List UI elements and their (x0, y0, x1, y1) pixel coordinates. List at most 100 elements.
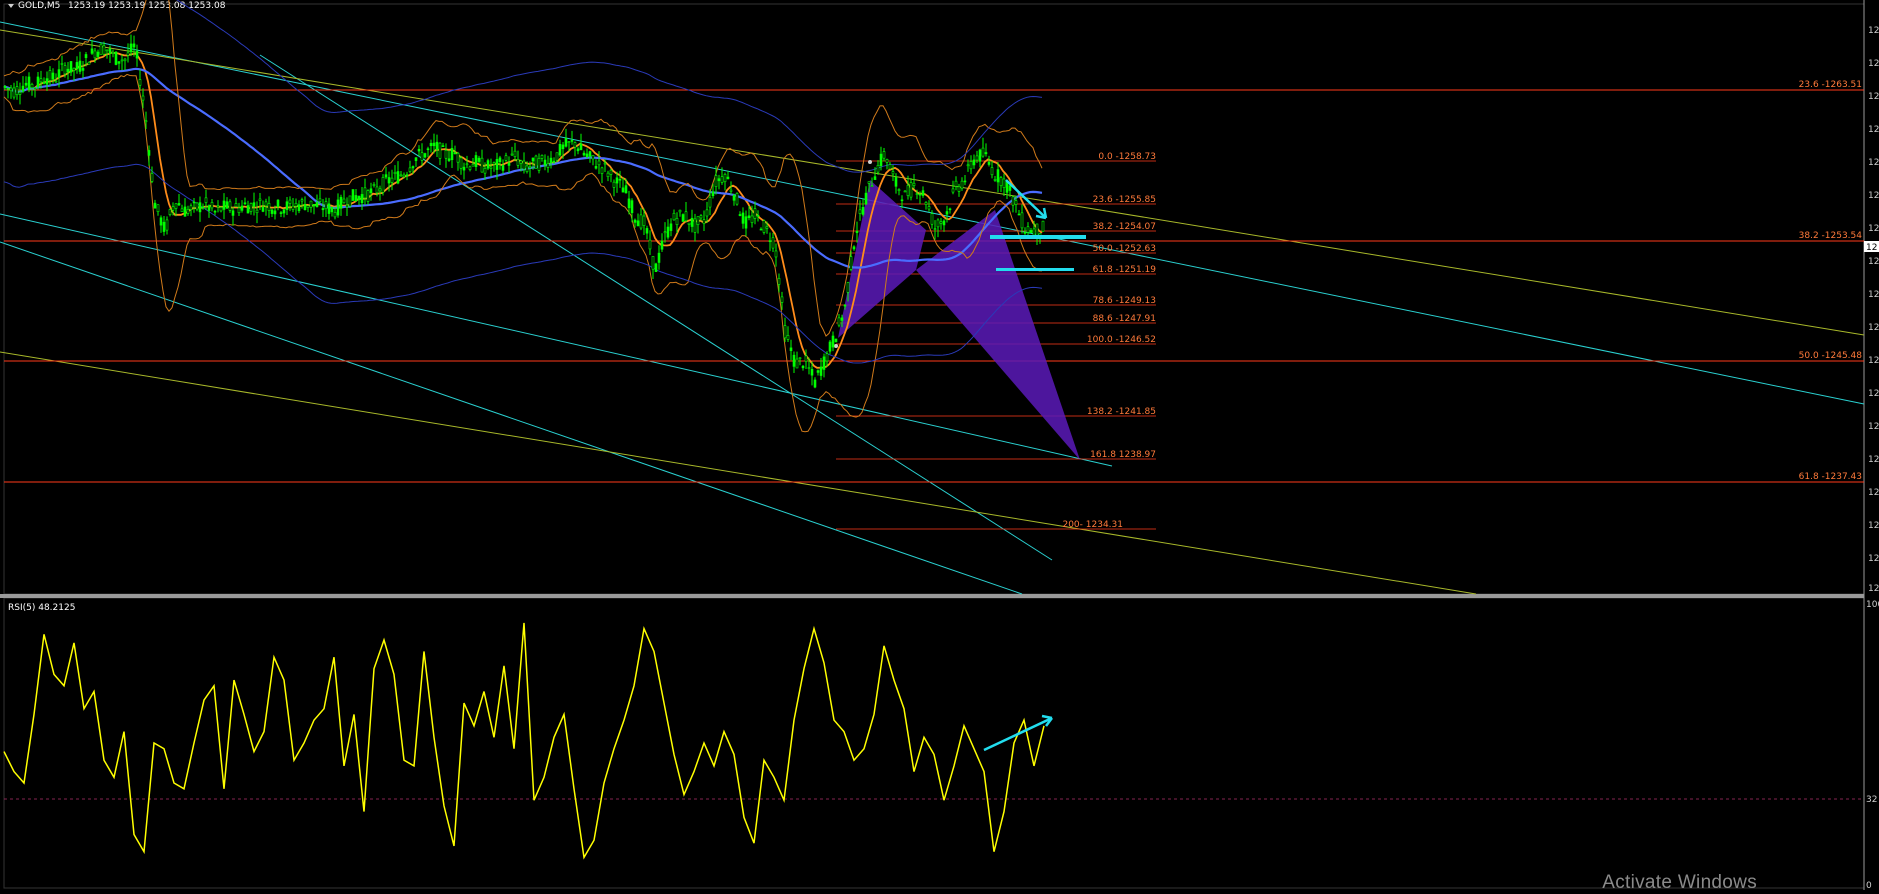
candle (678, 209, 682, 217)
candle (504, 152, 508, 162)
candle (114, 51, 118, 66)
candle (162, 215, 166, 236)
candle (36, 72, 40, 90)
candle (804, 349, 808, 369)
candle (801, 364, 805, 371)
candle (150, 166, 154, 184)
rsi-axis-tick: 32 (1866, 795, 1877, 805)
candle (543, 154, 547, 171)
price-axis-tick: 12 (1868, 356, 1879, 366)
candle (537, 153, 541, 174)
candle (198, 196, 202, 222)
candle (126, 43, 130, 63)
candle (771, 232, 775, 252)
pane-separator[interactable] (0, 594, 1864, 598)
menu-triangle-icon[interactable] (8, 4, 14, 8)
candle (60, 55, 64, 72)
candle (630, 198, 634, 223)
candle (1005, 180, 1009, 200)
symbol-label: GOLD,M5 (18, 1, 60, 11)
candle (717, 174, 721, 190)
candle (612, 179, 616, 197)
fib-minor-label: 0.0 -1258.73 (1098, 152, 1156, 162)
candle (462, 162, 466, 180)
candle (330, 206, 334, 217)
candle (33, 87, 37, 98)
rsi-line[interactable] (3, 622, 1045, 860)
candle (936, 218, 940, 238)
rsi-axis-tick: 100 (1866, 600, 1879, 610)
support-zone-marker[interactable] (996, 268, 1074, 271)
price-axis-tick: 12 (1868, 257, 1879, 267)
candle (606, 170, 610, 182)
candle (951, 180, 955, 195)
candle (834, 338, 838, 343)
fib-minor-label: 138.2 -1241.85 (1087, 407, 1156, 417)
candle (366, 189, 370, 205)
channel-line[interactable] (259, 54, 1053, 561)
support-zone-marker[interactable] (990, 235, 1086, 239)
candle (303, 196, 307, 211)
candle (135, 44, 139, 67)
candle (216, 200, 220, 213)
candle (903, 190, 907, 193)
candle (549, 151, 553, 169)
candle (291, 198, 295, 213)
candle (288, 196, 292, 212)
candle (906, 175, 910, 200)
candle (165, 216, 169, 235)
candle (609, 168, 613, 183)
candle (420, 143, 424, 166)
price-axis-tick: 12 (1868, 92, 1879, 102)
price-axis-tick: 12 (1868, 224, 1879, 234)
candle (741, 207, 745, 229)
harmonic-pattern-bcd[interactable] (916, 210, 1080, 460)
pattern-point[interactable] (834, 344, 838, 348)
pattern-point[interactable] (868, 160, 872, 164)
fib-minor-label: 78.6 -1249.13 (1093, 296, 1156, 306)
candle (558, 139, 562, 157)
trend-line-yellow[interactable] (0, 351, 1477, 595)
candle (789, 339, 793, 361)
candle (246, 200, 250, 214)
price-axis-tick: 12 (1868, 554, 1879, 564)
candle (498, 155, 502, 170)
candle (651, 256, 655, 279)
fib-major-label: 50.0 -1245.48 (1799, 351, 1863, 361)
fib-minor-label: 161.8 1238.97 (1090, 450, 1156, 460)
upper-envelope[interactable] (4, 0, 1043, 173)
candle (636, 213, 640, 227)
trend-line-yellow[interactable] (0, 29, 1865, 336)
candle (663, 222, 667, 243)
candle (924, 201, 928, 210)
candle (129, 34, 133, 57)
candle (657, 245, 661, 270)
candle (960, 177, 964, 191)
candle (576, 146, 580, 155)
candle (414, 156, 418, 167)
candle (534, 154, 538, 169)
candle (369, 182, 373, 201)
candle (759, 227, 763, 231)
candle (66, 62, 70, 80)
candle (468, 165, 472, 172)
candle (405, 171, 409, 181)
candle (117, 61, 121, 70)
candle (81, 61, 85, 78)
candle (813, 377, 817, 389)
candle (501, 159, 505, 174)
candle (183, 198, 187, 217)
candle (465, 155, 469, 169)
candle (255, 201, 259, 224)
candle (876, 160, 880, 175)
candle (156, 204, 160, 216)
candle (447, 150, 451, 162)
candle (90, 40, 94, 55)
price-axis-tick: 12 (1868, 290, 1879, 300)
candle (909, 178, 913, 201)
candle (672, 209, 676, 221)
candle (189, 203, 193, 217)
candle (693, 213, 697, 242)
candle (459, 155, 463, 175)
fib-minor-label: 100.0 -1246.52 (1087, 335, 1156, 345)
